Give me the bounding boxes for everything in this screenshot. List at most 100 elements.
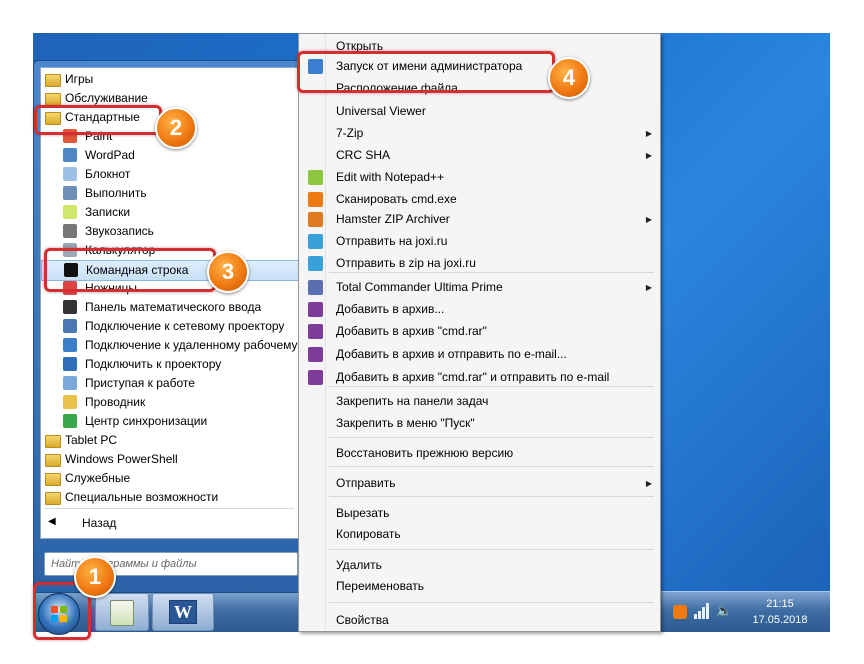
program-item[interactable]: Служебные [41,469,301,488]
notepad-icon [110,600,134,626]
context-menu-label: Переименовать [336,579,424,593]
context-menu-label: Свойства [336,613,389,627]
program-item[interactable]: Игры [41,70,301,89]
program-item[interactable]: Записки [41,203,301,222]
program-item[interactable]: Блокнот [41,165,301,184]
taskbar-button-notes[interactable] [95,593,149,631]
callout-highlight-4 [297,51,555,93]
menu-separator [329,386,654,387]
program-item[interactable]: Подключение к сетевому проектору [41,317,301,336]
context-menu-item[interactable]: Копировать [299,524,660,545]
avast-tray-icon[interactable] [673,605,687,619]
arrow-left-icon: ◀ [48,516,56,527]
taskbar-button-word[interactable]: W [152,593,214,631]
context-menu-label: CRC SHA [336,148,391,162]
wordpad-icon [63,148,77,162]
context-menu-item[interactable]: Сканировать cmd.exe [299,189,660,210]
program-item[interactable]: Специальные возможности [41,488,301,507]
context-menu-item[interactable]: Universal Viewer [299,101,660,122]
context-menu-item[interactable]: Добавить в архив "cmd.rar" [299,321,660,342]
program-label: Подключение к сетевому проектору [85,319,285,333]
word-icon: W [169,600,197,624]
joxi-icon [308,256,323,271]
context-menu-label: Total Commander Ultima Prime [336,280,503,294]
submenu-arrow-icon: ▶ [645,283,652,292]
program-item[interactable]: Приступая к работе [41,374,301,393]
context-menu-label: Отправить в zip на joxi.ru [336,256,476,270]
context-menu-item[interactable]: Добавить в архив "cmd.rar" и отправить п… [299,367,660,388]
callout-badge-2: 2 [155,107,197,149]
program-label: Центр синхронизации [85,414,208,428]
notepad-icon [63,167,77,181]
context-menu-label: Восстановить прежнюю версию [336,446,514,460]
taskbar-clock[interactable]: 21:15 17.05.2018 [745,596,815,628]
context-menu-item[interactable]: CRC SHA ▶ [299,145,660,166]
context-menu-label: Сканировать cmd.exe [336,192,457,206]
program-item[interactable]: WordPad [41,146,301,165]
program-label: Звукозапись [85,224,154,238]
callout-badge-1: 1 [74,556,116,598]
context-menu-item[interactable]: Переименовать [299,576,660,597]
context-menu-item[interactable]: Отправить на joxi.ru [299,231,660,252]
context-menu-item[interactable]: Закрепить в меню "Пуск" [299,413,660,434]
avast-icon [308,192,323,207]
context-menu-item[interactable]: Добавить в архив и отправить по e-mail..… [299,344,660,365]
program-item[interactable]: Подключить к проектору [41,355,301,374]
context-menu-item[interactable]: Закрепить на панели задач [299,391,660,412]
context-menu-item[interactable]: Добавить в архив... [299,299,660,320]
projector-icon [63,357,77,371]
program-item[interactable]: Windows PowerShell [41,450,301,469]
submenu-arrow-icon: ▶ [645,215,652,224]
program-item[interactable]: Проводник [41,393,301,412]
program-label: Проводник [85,395,146,409]
context-menu-item[interactable]: Hamster ZIP Archiver ▶ [299,209,660,230]
context-menu-item[interactable]: 7-Zip ▶ [299,123,660,144]
folder-icon [45,492,61,505]
getting-started-icon [63,376,77,390]
context-menu-label: Добавить в архив "cmd.rar" [336,324,487,338]
context-menu-item[interactable]: Свойства [299,610,660,631]
start-menu-divider [44,508,294,509]
menu-separator [329,549,654,550]
hamster-icon [308,212,323,227]
winrar-icon [308,324,323,339]
clock-date: 17.05.2018 [752,614,808,626]
program-item[interactable]: Звукозапись [41,222,301,241]
context-menu-label: Отправить на joxi.ru [336,234,448,248]
sticky-notes-icon [63,205,77,219]
context-menu-label: Hamster ZIP Archiver [336,212,450,226]
context-menu-item[interactable]: Восстановить прежнюю версию [299,443,660,464]
context-menu-label: Edit with Notepad++ [336,170,445,184]
context-menu-item[interactable]: Удалить [299,555,660,576]
program-item[interactable]: Подключение к удаленному рабочему [41,336,301,355]
program-label: Игры [65,72,94,86]
network-signal-icon[interactable] [694,603,710,619]
program-item[interactable]: Центр синхронизации [41,412,301,431]
program-item[interactable]: Панель математического ввода [41,298,301,317]
folder-icon [45,435,61,448]
program-label: Tablet PC [65,433,118,447]
program-item[interactable]: Выполнить [41,184,301,203]
explorer-folder-icon [63,395,77,409]
menu-separator [329,466,654,467]
program-label: Записки [85,205,131,219]
program-label: Панель математического ввода [85,300,262,314]
winrar-icon [308,347,323,362]
program-label: Служебные [65,471,131,485]
context-menu-item[interactable]: Вырезать [299,503,660,524]
folder-icon [45,74,61,87]
program-item[interactable]: Tablet PC [41,431,301,450]
context-menu-item[interactable]: Edit with Notepad++ [299,167,660,188]
volume-icon[interactable]: 🔈 [716,603,732,619]
back-button[interactable]: ◀ Назад [40,512,302,534]
total-commander-icon [308,280,323,295]
context-menu-item[interactable]: Отправить ▶ [299,473,660,494]
context-menu-item[interactable]: Отправить в zip на joxi.ru [299,253,660,274]
clock-time: 21:15 [766,598,794,610]
program-label: Подключение к удаленному рабочему [85,338,298,352]
context-menu-label: Удалить [336,558,382,572]
menu-separator [329,437,654,438]
notepadpp-icon [308,170,323,185]
back-label: Назад [82,516,117,530]
context-menu-item[interactable]: Total Commander Ultima Prime ▶ [299,277,660,298]
